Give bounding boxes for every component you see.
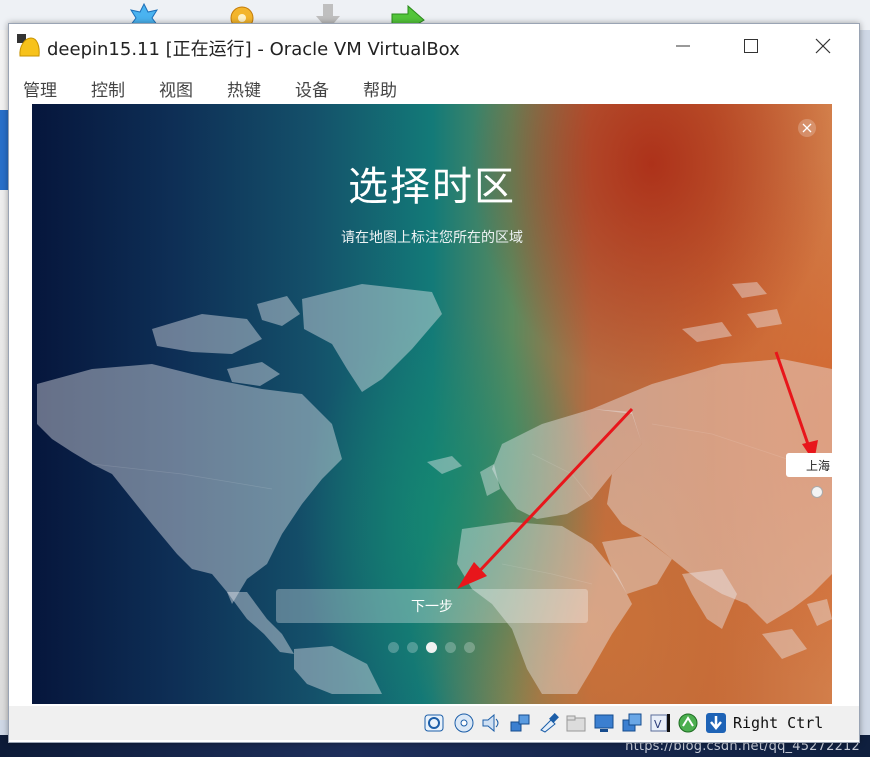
host-key-label: Right Ctrl	[733, 714, 824, 732]
menu-help[interactable]: 帮助	[363, 76, 397, 101]
city-label: 上海	[786, 453, 832, 477]
next-button[interactable]: 下一步	[276, 589, 588, 623]
menu-view[interactable]: 视图	[159, 76, 193, 101]
page-dot[interactable]	[445, 642, 456, 653]
window-title: deepin15.11 [正在运行] - Oracle VM VirtualBo…	[47, 39, 460, 60]
desktop-left-edge	[0, 30, 8, 720]
mouse-integration-icon[interactable]	[677, 712, 699, 734]
menu-hotkeys[interactable]: 热键	[227, 76, 261, 101]
page-title: 选择时区	[348, 164, 516, 210]
maximize-icon	[744, 39, 758, 53]
minimize-button[interactable]	[661, 30, 705, 62]
title-bar[interactable]: deepin15.11 [正在运行] - Oracle VM VirtualBo…	[9, 24, 859, 68]
display-icon[interactable]	[593, 712, 615, 734]
city-marker[interactable]	[811, 486, 823, 498]
virtualbox-app-icon	[17, 34, 40, 57]
menu-machine[interactable]: 管理	[23, 76, 57, 101]
virtualbox-window: deepin15.11 [正在运行] - Oracle VM VirtualBo…	[8, 23, 860, 743]
page-dot[interactable]	[407, 642, 418, 653]
guest-screen[interactable]: 选择时区 请在地图上标注您所在的区域 上海 下一步	[32, 104, 832, 704]
svg-text:V: V	[654, 718, 662, 731]
page-dot-active[interactable]	[426, 642, 437, 653]
page-indicator	[388, 642, 475, 654]
maximize-button[interactable]	[729, 30, 773, 62]
installer-close-button[interactable]	[798, 119, 816, 137]
snapshot-icon[interactable]	[621, 712, 643, 734]
recording-icon[interactable]: V	[649, 712, 671, 734]
usb-icon[interactable]	[537, 712, 559, 734]
close-icon	[815, 38, 831, 54]
network-icon[interactable]	[509, 712, 531, 734]
menu-bar: 管理 控制 视图 热键 设备 帮助	[9, 68, 859, 104]
keyboard-capture-icon[interactable]	[705, 712, 727, 734]
audio-icon[interactable]	[481, 712, 503, 734]
shared-folder-icon[interactable]	[565, 712, 587, 734]
hard-disk-icon[interactable]	[423, 712, 445, 734]
close-button[interactable]	[801, 30, 845, 62]
optical-disk-icon[interactable]	[453, 712, 475, 734]
menu-devices[interactable]: 设备	[295, 76, 329, 101]
menu-control[interactable]: 控制	[91, 76, 125, 101]
minimize-icon	[676, 45, 690, 47]
close-icon	[802, 123, 812, 133]
status-bar: V Right Ctrl	[9, 706, 859, 740]
page-dot[interactable]	[388, 642, 399, 653]
world-map[interactable]	[32, 274, 832, 694]
page-dot[interactable]	[464, 642, 475, 653]
page-subtitle: 请在地图上标注您所在的区域	[341, 230, 523, 246]
